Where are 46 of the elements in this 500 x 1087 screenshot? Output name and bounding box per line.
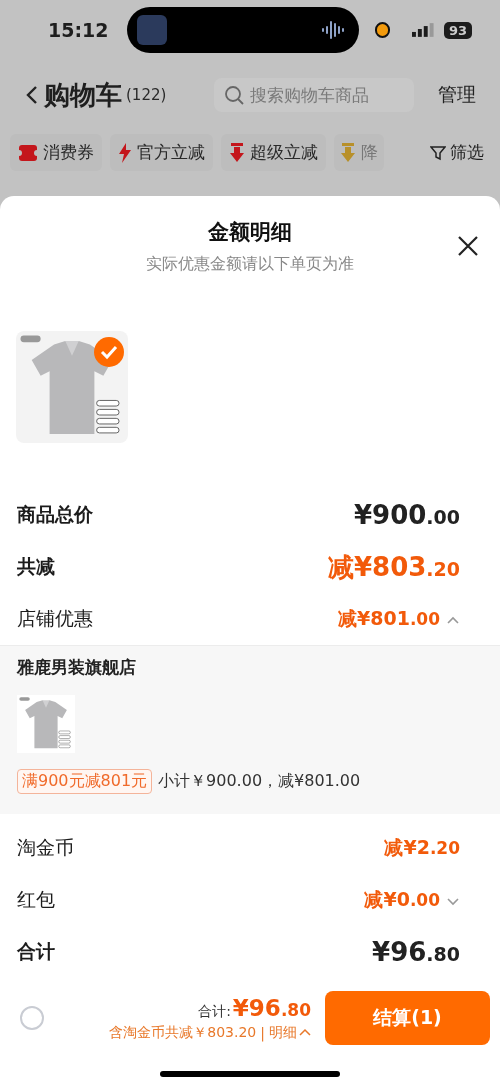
signal-icon: [412, 23, 434, 37]
amount-value: 减¥803.20: [327, 550, 460, 584]
amount-value: ¥96.80: [372, 937, 460, 967]
chevron-down-icon[interactable]: [446, 896, 460, 906]
app-icon: [136, 15, 167, 45]
item-count: (122): [126, 86, 167, 104]
audio-wave-icon: [320, 21, 345, 39]
chevron-up-icon: [299, 1028, 311, 1037]
select-all-radio[interactable]: [20, 1006, 44, 1030]
check-icon[interactable]: [94, 337, 124, 367]
row-label: 淘金币: [17, 835, 74, 860]
amount-value: 减¥2.20: [384, 835, 460, 860]
promo-tag: 满900元减801元: [17, 769, 153, 794]
amount-value: 减¥0.00: [364, 887, 440, 912]
filter-icon: [430, 144, 446, 161]
savings-text: 含淘金币共减￥803.20: [109, 1023, 257, 1042]
page-title: 购物车: [44, 78, 122, 112]
search-icon: [224, 85, 244, 105]
subtotal-text: 小计￥900.00，减¥801.00: [158, 771, 361, 792]
status-time: 15:12: [48, 19, 110, 41]
filter-button[interactable]: 筛选: [424, 140, 490, 165]
store-name: 雅鹿男装旗舰店: [17, 656, 137, 679]
filter-chip[interactable]: 超级立减: [221, 134, 326, 171]
coupon-icon: [18, 143, 38, 162]
down-arrow-icon: [340, 142, 356, 163]
down-arrow-icon: [229, 142, 245, 163]
sheet-subtitle: 实际优惠金额请以下单页为准: [146, 254, 354, 275]
filter-chip[interactable]: 官方立减: [110, 134, 213, 171]
total-amount: ¥96.80: [232, 994, 311, 1021]
back-icon[interactable]: [26, 85, 38, 105]
row-label: 红包: [17, 887, 55, 912]
lightning-icon: [118, 142, 132, 163]
filter-chip[interactable]: 消费券: [10, 134, 102, 171]
amount-value: 减¥801.00: [338, 606, 440, 631]
recording-dot-icon: [374, 22, 391, 38]
row-label: 商品总价: [17, 502, 93, 527]
chevron-up-icon[interactable]: [446, 615, 460, 625]
sheet-title: 金额明细: [208, 219, 292, 246]
amount-value: ¥900.00: [353, 500, 460, 530]
battery-level: 93: [443, 21, 472, 39]
row-label: 店铺优惠: [17, 606, 93, 631]
total-label: 合计:: [198, 1002, 231, 1021]
manage-link[interactable]: 管理: [438, 82, 476, 108]
separator: |: [260, 1024, 265, 1041]
row-label: 合计: [17, 939, 55, 964]
row-label: 共减: [17, 554, 55, 579]
